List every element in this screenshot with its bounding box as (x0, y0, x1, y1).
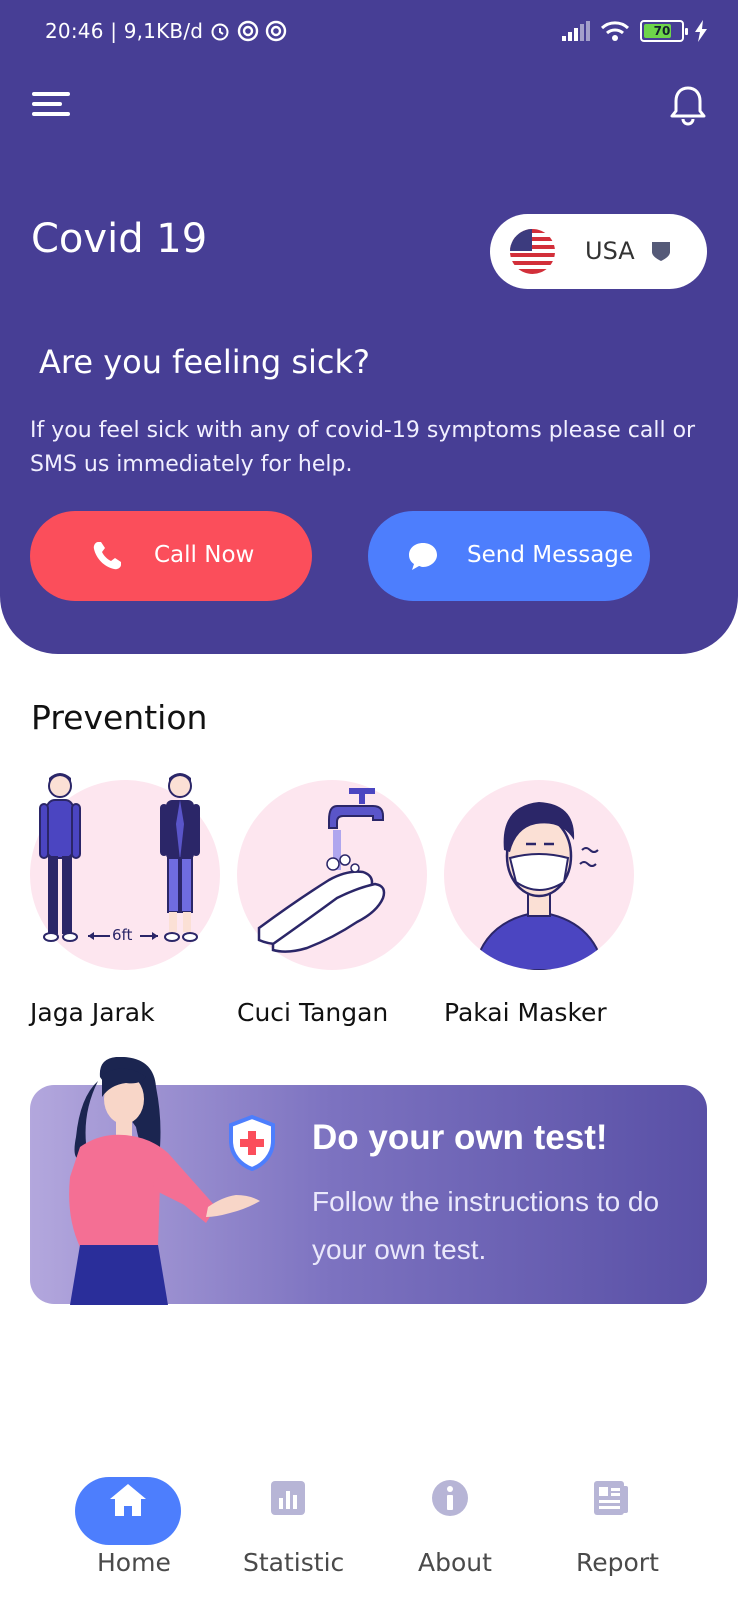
face-mask-figure (472, 802, 606, 970)
prevention-label: Pakai Masker (444, 998, 607, 1027)
wifi-icon (600, 21, 630, 41)
distance-label: 6ft (112, 926, 133, 944)
country-label: USA (585, 237, 635, 265)
menu-icon-bar (32, 92, 70, 96)
nav-label-home: Home (97, 1548, 171, 1577)
notification-app-icon-2 (265, 20, 287, 42)
menu-button[interactable] (32, 90, 72, 118)
question-title: Are you feeling sick? (39, 343, 371, 381)
bell-icon[interactable] (668, 84, 708, 126)
country-dropdown[interactable]: USA (490, 214, 707, 289)
nav-item-home[interactable] (48, 1460, 208, 1600)
phone-icon (93, 542, 121, 570)
send-message-label: Send Message (467, 542, 634, 568)
charging-icon (695, 20, 707, 42)
status-right: 70 (562, 20, 708, 42)
nav-label-report: Report (576, 1548, 659, 1577)
info-icon (432, 1480, 468, 1516)
nav-label-about: About (418, 1548, 492, 1577)
battery-indicator: 70 (640, 20, 688, 42)
app-title: Covid 19 (31, 216, 208, 262)
social-distance-illustration: 6ft (30, 773, 220, 970)
status-left: 20:46 | 9,1KB/d (45, 19, 287, 43)
nav-item-statistic[interactable] (208, 1460, 368, 1600)
nav-item-about[interactable] (370, 1460, 530, 1600)
bottom-navigation (0, 1460, 738, 1600)
statistic-icon (271, 1481, 305, 1515)
status-time-speed: 20:46 | 9,1KB/d (45, 19, 204, 43)
battery-level: 70 (653, 24, 671, 38)
prevention-label: Cuci Tangan (237, 998, 389, 1027)
home-icon (110, 1484, 146, 1516)
nav-item-report[interactable] (530, 1460, 690, 1600)
prevention-title: Prevention (31, 698, 208, 737)
hand-washing-illustration (237, 780, 427, 970)
send-message-button[interactable]: Send Message (368, 511, 650, 601)
nav-label-statistic: Statistic (243, 1548, 345, 1577)
menu-icon-bar (32, 102, 62, 106)
signal-icon (562, 21, 590, 41)
chat-bubble-icon (409, 543, 437, 570)
hand-washing-figure (257, 788, 386, 953)
call-now-button[interactable]: Call Now (30, 511, 312, 601)
notification-app-icon (237, 20, 259, 42)
us-flag-icon (510, 229, 555, 274)
shield-caret-icon (652, 242, 670, 261)
face-mask-illustration (444, 780, 634, 970)
question-description: If you feel sick with any of covid-19 sy… (30, 418, 696, 477)
menu-icon-bar (32, 112, 70, 116)
woman-illustration (69, 1057, 260, 1305)
report-icon (594, 1481, 628, 1515)
medical-shield-icon (229, 1115, 275, 1171)
test-card-title: Do your own test! (312, 1118, 608, 1157)
status-bar: 20:46 | 9,1KB/d 70 (0, 0, 738, 70)
test-card-description: Follow the instructions to do your own t… (312, 1186, 660, 1265)
alarm-icon (211, 23, 229, 41)
call-now-label: Call Now (154, 542, 255, 568)
prevention-label: Jaga Jarak (30, 998, 155, 1027)
